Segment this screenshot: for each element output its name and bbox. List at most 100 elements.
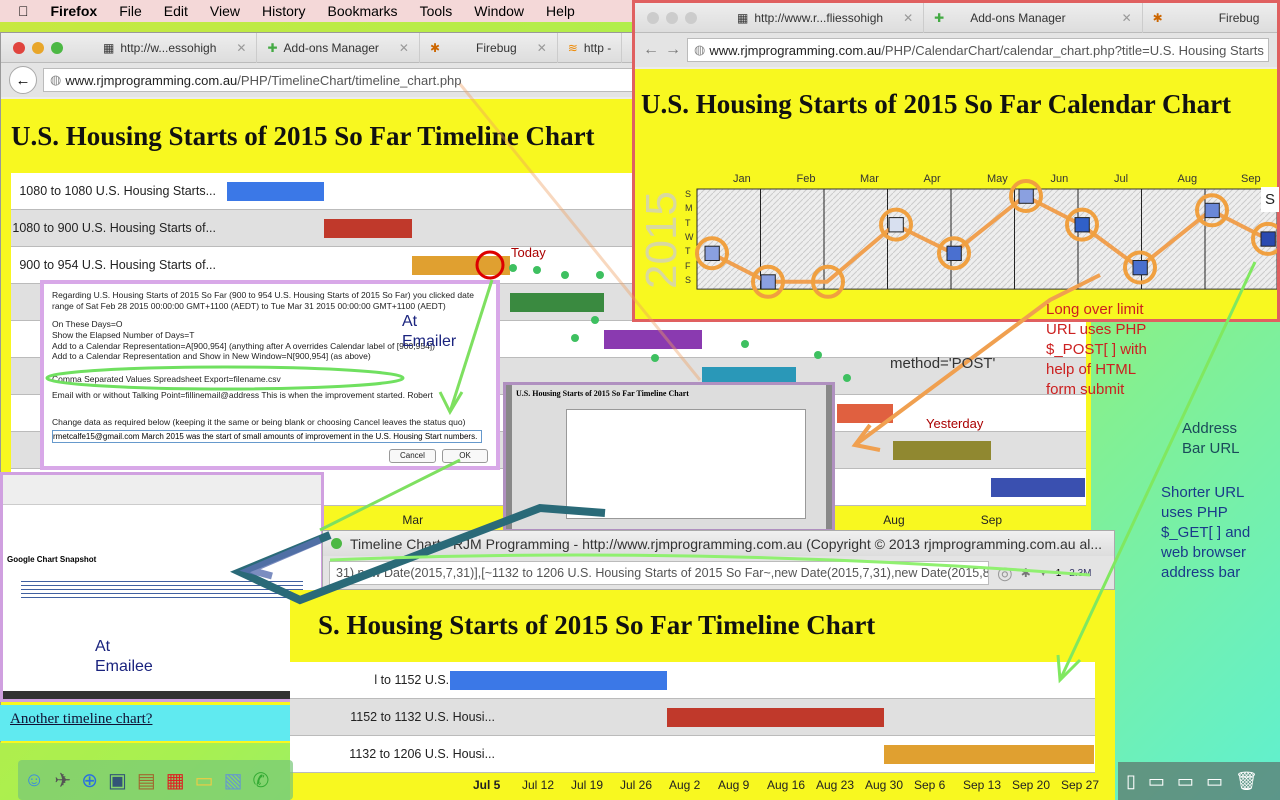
month-label: Mar (860, 173, 879, 185)
photos-icon[interactable]: ▧ (224, 768, 243, 793)
calendar-day-cell[interactable] (1260, 231, 1276, 247)
lower-timeline-chart: l to 1152 U.S. Housi... 1152 to 1132 U.S.… (290, 662, 1095, 774)
timeline-bar[interactable] (509, 293, 605, 312)
minimize-button[interactable] (32, 41, 44, 54)
timeline-bar[interactable] (836, 404, 894, 423)
notes-icon[interactable]: ▭ (195, 768, 214, 793)
tab-3[interactable]: ✱Firebug✕ (420, 32, 558, 63)
close-tab-icon[interactable]: ✕ (1122, 11, 1132, 25)
calendar-day-cell[interactable] (1074, 217, 1090, 233)
month-label: Jul (1114, 173, 1129, 185)
folder-icon[interactable]: ▭ (1206, 771, 1223, 792)
zoom-button[interactable] (331, 538, 342, 549)
safari-icon[interactable]: ⊕ (81, 768, 98, 793)
email-subject: Google Chart Snapshot (7, 555, 97, 564)
url-path: /PHP/CalendarChart/calendar_chart.php?ti… (881, 42, 1269, 58)
page-icon: ▦ (103, 40, 115, 55)
contacts-icon[interactable]: ▤ (137, 768, 156, 793)
menu-window[interactable]: Window (474, 3, 524, 19)
url-path: /PHP/TimelineChart/timeline_chart.php (237, 72, 462, 88)
calendar-day-cell[interactable] (1018, 188, 1034, 204)
close-button[interactable] (13, 41, 25, 54)
back-icon[interactable]: ← (643, 41, 659, 59)
window-title: Timeline Chart - RJM Programming - http:… (350, 535, 1103, 552)
tab-2[interactable]: ✚ Add-ons Manager ✕ (924, 2, 1143, 33)
globe-icon: ◍ (694, 42, 706, 57)
tab-1[interactable]: ▦ http://www.r...fliessohigh ✕ (727, 2, 925, 33)
globe-icon: ◍ (50, 72, 62, 87)
apple-icon[interactable]:  (18, 3, 29, 19)
zoom-button[interactable] (51, 41, 63, 54)
weekday-label: S (685, 274, 692, 285)
trash-icon[interactable]: 🗑 (1235, 771, 1258, 792)
dialog-input[interactable] (52, 429, 482, 443)
axis-tick: Sep 6 (914, 778, 946, 792)
timeline-bar[interactable] (667, 708, 884, 727)
timeline-row: 1152 to 1132 U.S. Housi... (290, 699, 1095, 736)
menu-help[interactable]: Help (546, 3, 575, 19)
dropdown-icon[interactable]: ▼ (1039, 568, 1048, 578)
at-emailee-note: At Emailee (95, 638, 153, 675)
menu-bookmarks[interactable]: Bookmarks (328, 3, 398, 19)
dialog-message: Regarding U.S. Housing Starts of 2015 So… (52, 290, 474, 311)
tab-1[interactable]: ▦ http://w...essohigh ✕ (93, 32, 258, 63)
folder-icon[interactable]: ▭ (1148, 771, 1165, 792)
calendar-day-cell[interactable] (1204, 202, 1220, 219)
gmail-toolbar (3, 475, 321, 505)
close-tab-icon[interactable]: ✕ (537, 41, 547, 55)
menu-history[interactable]: History (262, 3, 306, 19)
address-bar-note: Address Bar URL (1182, 420, 1240, 457)
folder-icon[interactable]: ▭ (1177, 771, 1194, 792)
launchpad-icon[interactable]: ✈ (54, 768, 71, 793)
preview-icon[interactable]: ▣ (108, 768, 127, 793)
calendar-browser-window: ▦ http://www.r...fliessohigh ✕ ✚ Add-ons Ma… (632, 0, 1280, 322)
menu-app[interactable]: Firefox (51, 3, 98, 19)
timeline-bar[interactable] (412, 256, 510, 275)
tab-label: Add-ons Manager (283, 40, 379, 55)
timeline-bar[interactable] (227, 182, 325, 201)
get-note: Shorter URL uses PHP $_GET[ ] and web br… (1161, 484, 1251, 581)
tab-3[interactable]: ✱Firebug✕ (1143, 3, 1280, 33)
calendar-day-cell[interactable] (760, 274, 776, 290)
menu-file[interactable]: File (119, 3, 142, 19)
close-tab-icon[interactable]: ✕ (399, 41, 409, 55)
another-chart-link[interactable]: Another timeline chart? (10, 711, 152, 728)
month-label: Aug (1177, 173, 1198, 185)
menu-bar:  Firefox File Edit View History Bookmar… (0, 0, 640, 22)
calendar-icon[interactable]: ▦ (166, 768, 185, 793)
ok-button[interactable]: OK (442, 449, 488, 463)
finder-icon[interactable]: ☺ (24, 769, 44, 792)
back-button[interactable]: ← (9, 66, 37, 94)
timeline-bar[interactable] (450, 671, 667, 690)
address-bar[interactable]: 31),new Date(2015,7,31)],[~1132 to 1206 … (329, 561, 989, 585)
calendar-day-cell[interactable] (1132, 260, 1148, 276)
calendar-day-cell[interactable] (888, 217, 904, 233)
close-tab-icon[interactable]: ✕ (236, 41, 246, 55)
timeline-bar[interactable] (884, 745, 1094, 764)
address-bar[interactable]: ◍ www.rjmprogramming.com.au/PHP/CalendarC… (687, 38, 1269, 62)
tab-2[interactable]: ✚ Add-ons Manager ✕ (257, 32, 420, 63)
menu-tools[interactable]: Tools (420, 3, 453, 19)
menu-edit[interactable]: Edit (164, 3, 188, 19)
tab-4[interactable]: ≋ http - (558, 32, 623, 63)
firebug-icon: ✱ (1152, 10, 1163, 25)
timeline-bar[interactable] (324, 219, 413, 238)
dialog-thumbnail: U.S. Housing Starts of 2015 So Far Timel… (503, 382, 835, 532)
timeline-bar[interactable] (990, 478, 1085, 497)
firebug-icon[interactable]: ✱ (1021, 566, 1031, 580)
forward-icon[interactable]: → (665, 41, 681, 59)
timeline-bar[interactable] (604, 330, 702, 349)
calendar-day-cell[interactable] (704, 245, 720, 261)
weekday-label: M (685, 203, 693, 214)
memory-size: 2.3M (1069, 567, 1092, 579)
timeline-bar[interactable] (893, 441, 991, 460)
puzzle-icon: ✚ (267, 40, 278, 55)
calendar-day-cell[interactable] (946, 245, 962, 261)
close-tab-icon[interactable]: ✕ (903, 11, 913, 25)
tab-label: Add-ons Manager (970, 10, 1066, 25)
cancel-button[interactable]: Cancel (389, 449, 436, 463)
reload-icon[interactable]: ◎ (997, 563, 1013, 584)
facetime-icon[interactable]: ✆ (252, 768, 269, 793)
document-icon[interactable]: ▯ (1126, 771, 1136, 792)
menu-view[interactable]: View (210, 3, 240, 19)
